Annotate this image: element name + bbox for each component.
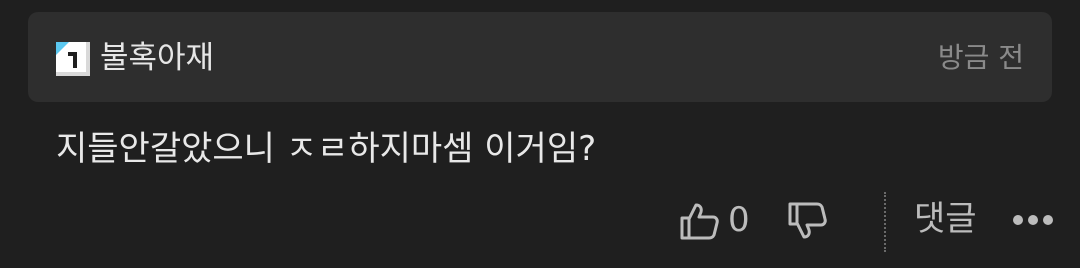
comment-card: 불혹아재 방금 전 지들안갈았으니 ㅈㄹ하지마셈 이거임? 0 댓글: [0, 0, 1080, 268]
comment-text: 지들안갈았으니 ㅈㄹ하지마셈 이거임?: [56, 129, 597, 169]
level-badge-icon: [56, 42, 90, 76]
comment-header: 불혹아재 방금 전: [28, 12, 1052, 102]
author-name[interactable]: 불혹아재: [100, 36, 214, 80]
reply-button[interactable]: 댓글: [914, 196, 977, 242]
thumbs-down-icon[interactable]: [786, 200, 828, 242]
like-count: 0: [728, 200, 750, 240]
comment-actions: 0 댓글: [0, 186, 1080, 256]
thumbs-up-icon[interactable]: [678, 200, 720, 242]
comment-timestamp: 방금 전: [937, 41, 1024, 74]
more-dots-icon[interactable]: [1012, 210, 1054, 230]
action-divider: [884, 192, 886, 252]
